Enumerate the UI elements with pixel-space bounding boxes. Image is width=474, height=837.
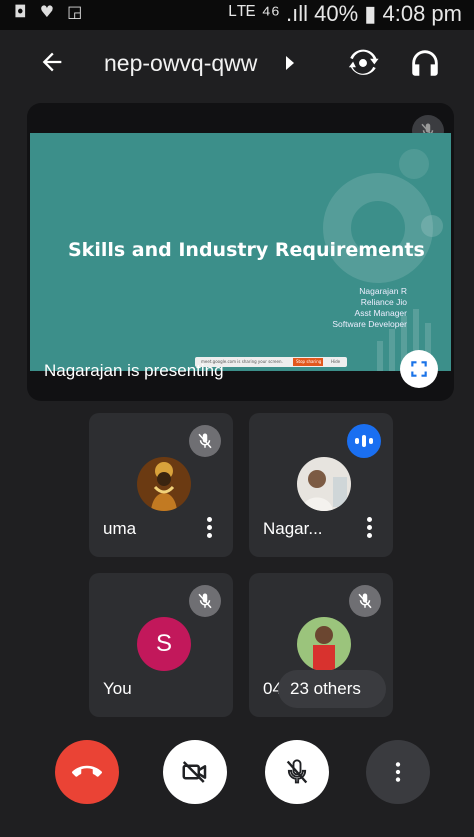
headphones-icon[interactable] (408, 46, 442, 80)
slide-title: Skills and Industry Requirements (68, 239, 425, 261)
more-vert-icon (395, 762, 401, 782)
slide-decoration (421, 215, 443, 237)
avatar (137, 457, 191, 511)
notification-icons: ◘ ♥ ◲ (14, 2, 87, 21)
fullscreen-icon (411, 361, 427, 377)
participant-name: You (103, 679, 132, 698)
participant-tile-uma[interactable]: uma (89, 413, 233, 557)
mic-muted-badge (349, 585, 381, 617)
participant-tile-you[interactable]: S You (89, 573, 233, 717)
mic-muted-badge (189, 585, 221, 617)
meeting-code[interactable]: nep-owvq-qww (104, 50, 257, 77)
speaking-indicator-icon (347, 424, 381, 458)
status-indicators: ᴸᵀᴱ ⁴⁶ .ıll 40% ▮ 4:08 pm (229, 1, 462, 26)
avatar (297, 617, 351, 671)
more-vert-icon[interactable] (207, 517, 213, 539)
end-call-button[interactable] (55, 740, 119, 804)
participant-tile-nagarajan[interactable]: Nagar... (249, 413, 393, 557)
chevron-right-icon[interactable] (286, 56, 294, 70)
avatar: S (137, 617, 191, 671)
back-arrow-icon[interactable] (38, 48, 66, 76)
camera-toggle-button[interactable] (163, 740, 227, 804)
deity-photo-icon (137, 457, 191, 511)
mic-off-icon (198, 593, 212, 609)
mic-muted-badge (189, 425, 221, 457)
presenting-label: Nagarajan is presenting (44, 361, 224, 380)
participant-name: uma (103, 519, 137, 538)
slide-decoration (323, 173, 433, 283)
fullscreen-button[interactable] (400, 350, 438, 388)
meeting-header: nep-owvq-qww (0, 30, 474, 105)
status-bar: ◘ ♥ ◲ ᴸᵀᴱ ⁴⁶ .ıll 40% ▮ 4:08 pm (0, 0, 474, 30)
person-photo-icon (297, 457, 351, 511)
child-photo-icon (297, 617, 351, 671)
participant-name: Nagar... (263, 519, 323, 538)
more-vert-icon[interactable] (367, 517, 373, 539)
stop-sharing-button: Stop sharing (293, 358, 323, 366)
mic-off-icon (198, 433, 212, 449)
mic-off-icon (286, 759, 308, 784)
more-options-button[interactable] (366, 740, 430, 804)
presentation-tile[interactable]: Skills and Industry Requirements Nagaraj… (27, 103, 454, 401)
mic-toggle-button[interactable] (265, 740, 329, 804)
camera-off-icon (182, 761, 207, 783)
call-end-icon (72, 765, 102, 777)
switch-camera-icon[interactable] (346, 46, 380, 80)
others-count-label[interactable]: 23 others (290, 679, 361, 699)
mic-off-icon (358, 593, 372, 609)
slide-decoration (399, 149, 429, 179)
avatar (297, 457, 351, 511)
slide-presenter-info: Nagarajan R Reliance Jio Asst Manager So… (332, 286, 407, 329)
shared-slide: Skills and Industry Requirements Nagaraj… (30, 133, 451, 371)
